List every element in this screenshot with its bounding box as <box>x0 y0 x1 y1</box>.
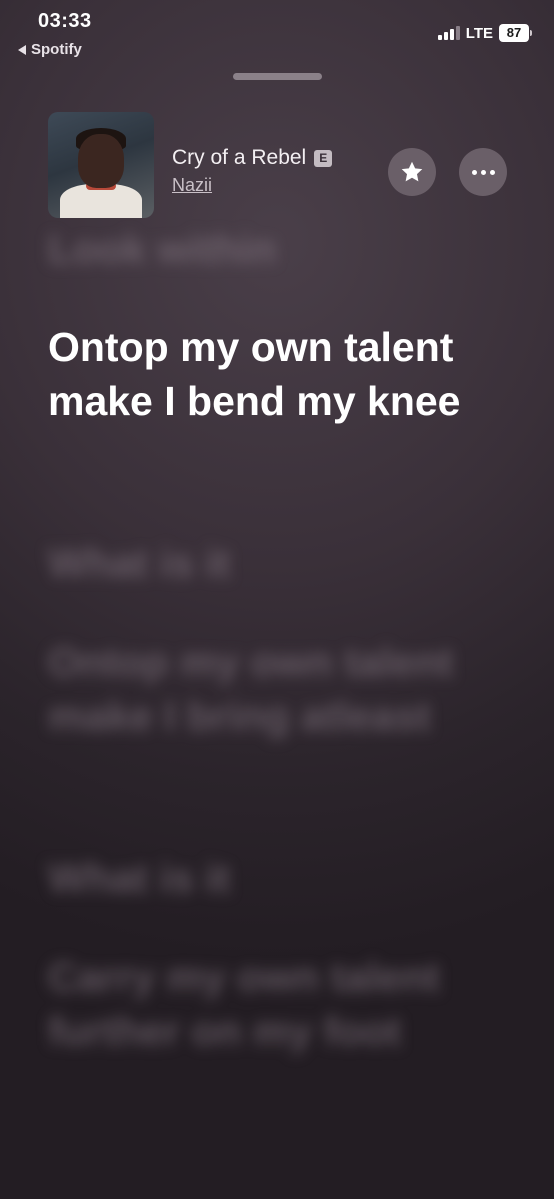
lyric-line-current[interactable]: Ontop my own talent make I bend my knee <box>48 320 508 428</box>
more-options-button[interactable] <box>459 148 507 196</box>
back-to-app-button[interactable]: Spotify <box>18 41 82 58</box>
sheet-grabber-handle[interactable] <box>233 73 322 80</box>
now-playing-header: Cry of a Rebel E Nazii <box>48 112 508 220</box>
lyric-line-previous[interactable]: Look within <box>48 222 508 276</box>
battery-level: 87 <box>499 24 529 42</box>
lyric-line[interactable]: Carry my own talent further on my foot <box>48 950 508 1058</box>
status-time: 03:33 <box>38 10 92 32</box>
battery-icon: 87 <box>499 24 532 42</box>
lyric-line[interactable]: Ontop my own talent make I bring atleast <box>48 635 508 743</box>
signal-icon <box>437 26 460 40</box>
star-icon <box>401 161 423 182</box>
status-indicators: LTE 87 <box>437 24 532 42</box>
explicit-badge: E <box>314 149 333 167</box>
network-type: LTE <box>465 24 493 42</box>
favorite-button[interactable] <box>388 148 436 196</box>
back-app-label: Spotify <box>31 41 82 58</box>
song-title: Cry of a Rebel <box>172 146 307 169</box>
album-art[interactable] <box>48 112 154 218</box>
more-icon <box>471 169 495 175</box>
lyric-line[interactable]: What is it <box>48 536 508 590</box>
status-bar: 03:33 Spotify LTE 87 <box>0 0 554 70</box>
artist-link[interactable]: Nazii <box>172 175 212 196</box>
back-arrow-icon <box>18 44 26 55</box>
title-row: Cry of a Rebel E <box>172 146 333 170</box>
lyric-line[interactable]: What is it <box>48 851 508 905</box>
